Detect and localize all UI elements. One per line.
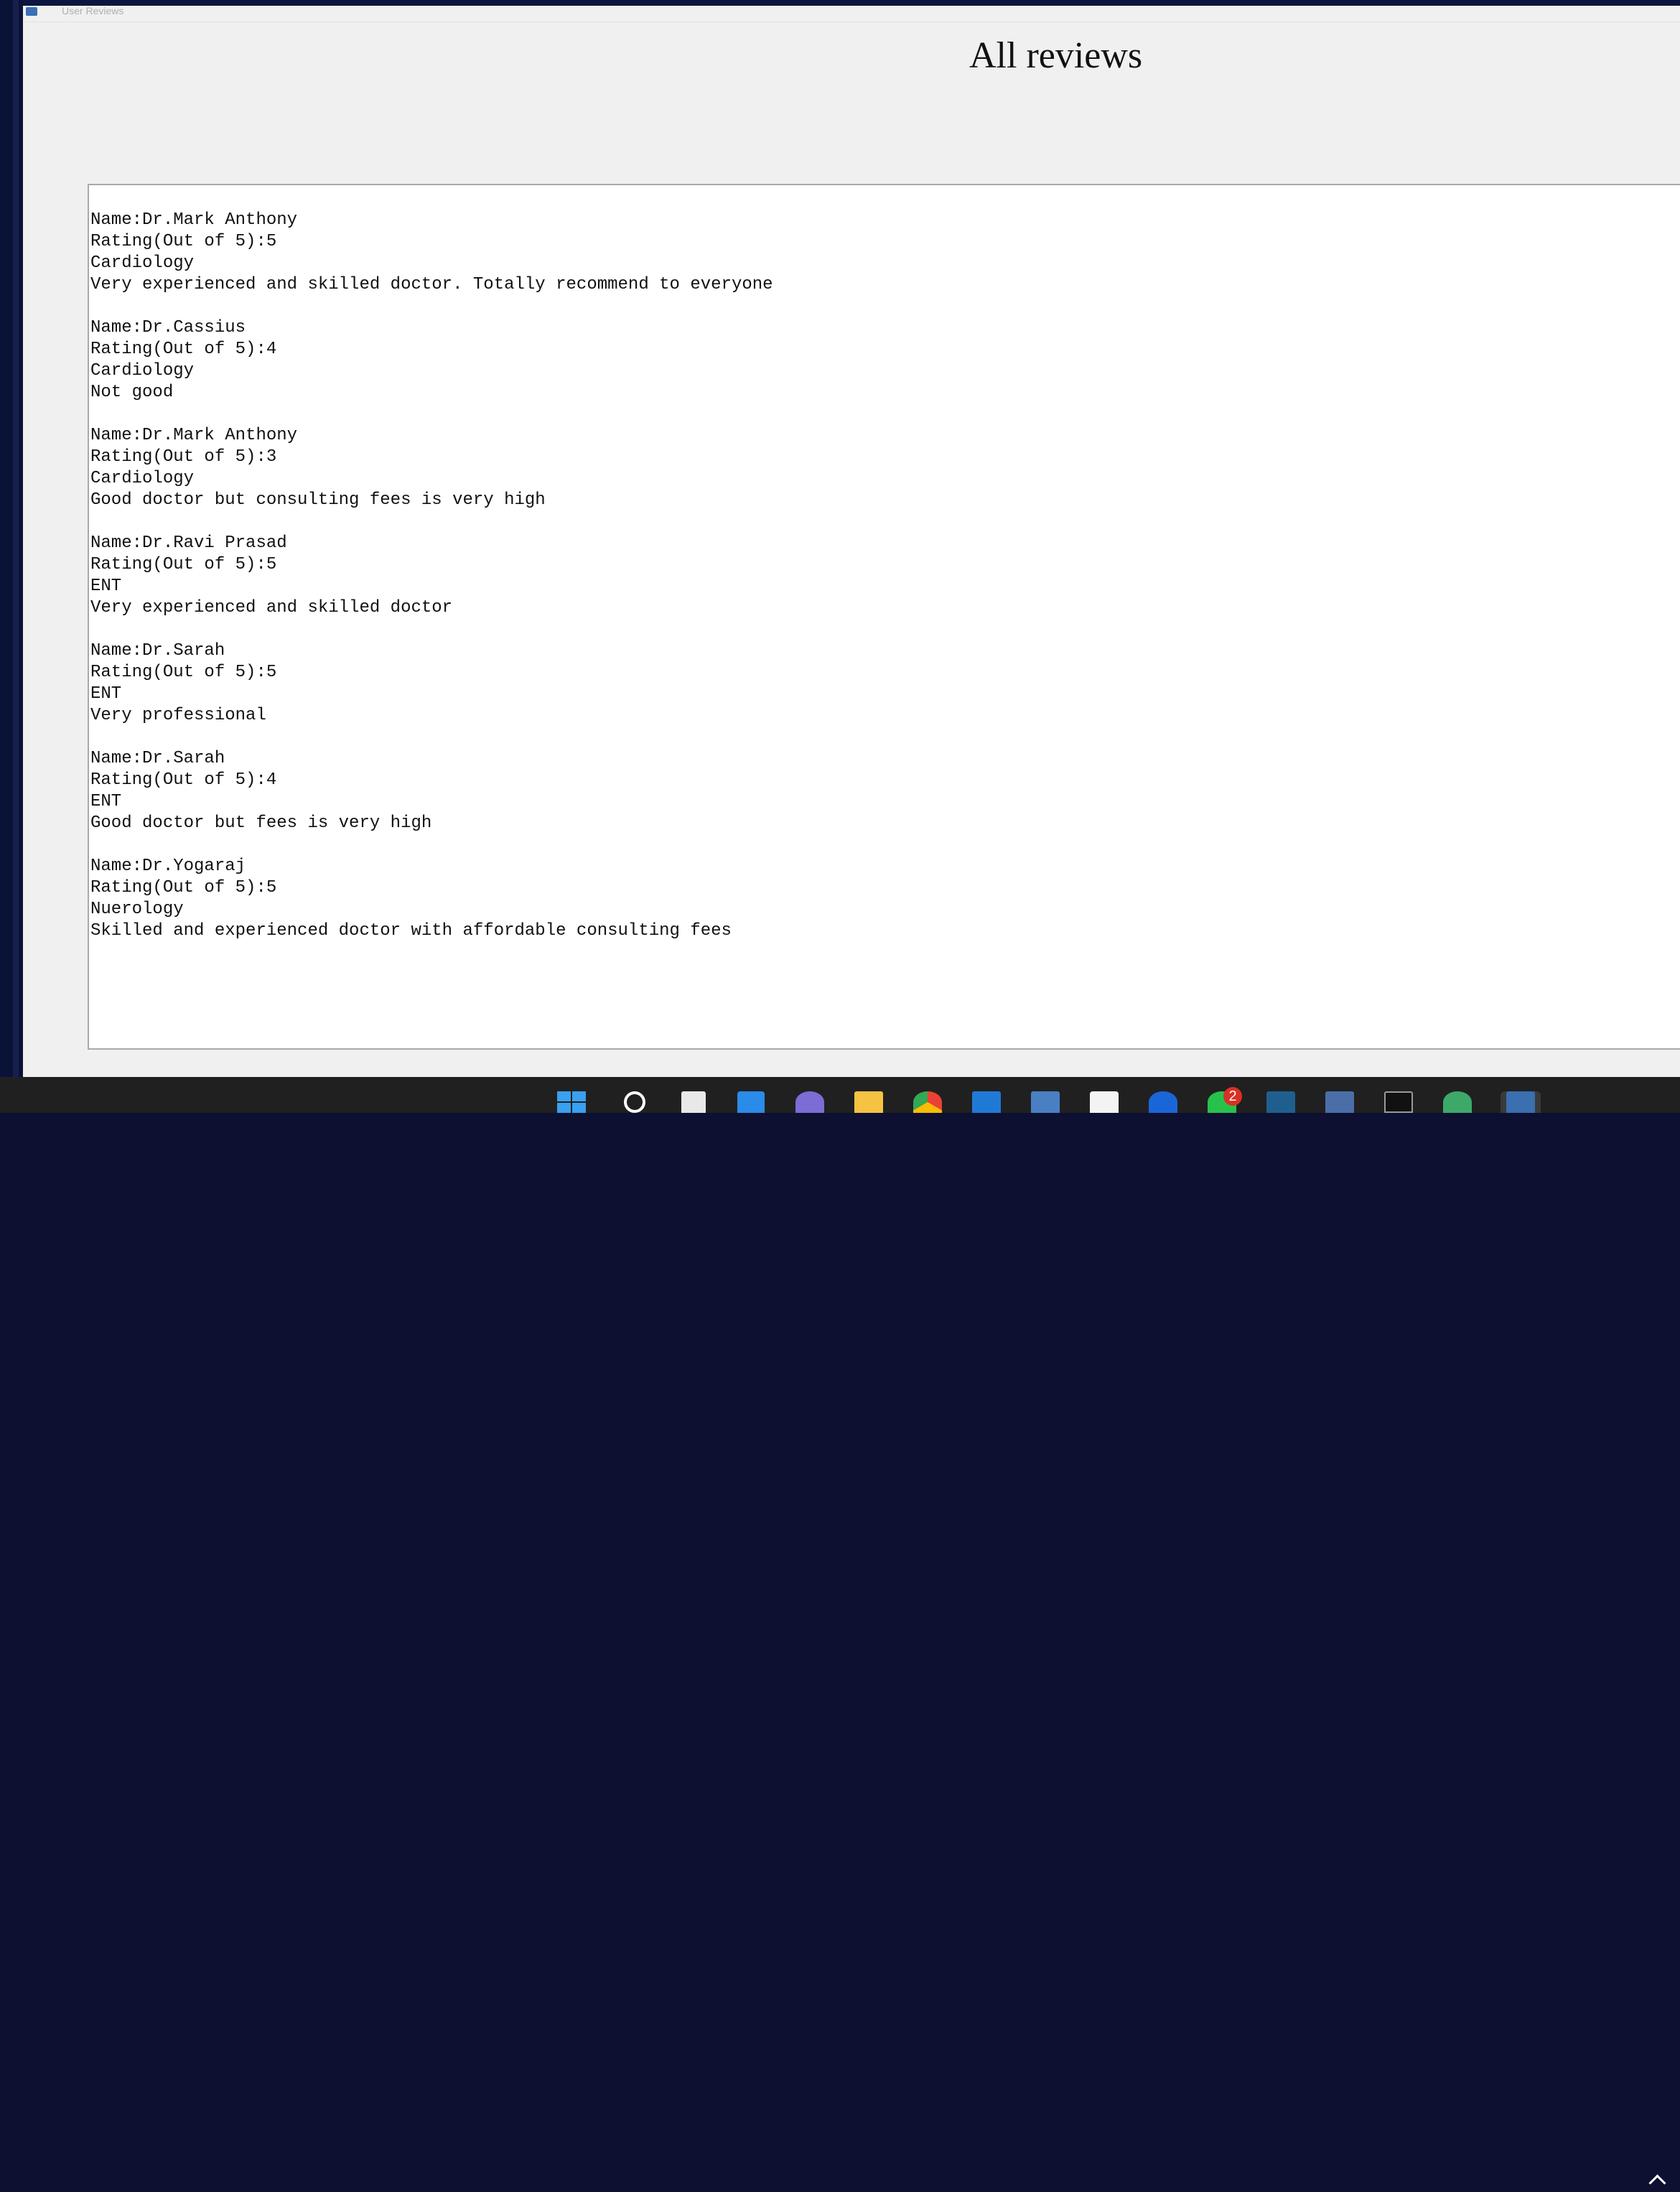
page-title: All reviews <box>969 35 1143 76</box>
atom-icon[interactable] <box>1442 1091 1473 1113</box>
app-icon[interactable] <box>1030 1091 1061 1113</box>
desktop-frame-left <box>0 0 23 1077</box>
window-edge <box>13 0 19 1077</box>
task-view-icon[interactable] <box>678 1091 709 1113</box>
python-icon[interactable] <box>1501 1091 1541 1113</box>
taskbar: 2 <box>0 1077 1680 2192</box>
reviews-text-area[interactable]: Name:Dr.Mark Anthony Rating(Out of 5):5 … <box>88 184 1680 1050</box>
title-bar[interactable]: User Reviews <box>23 6 1680 22</box>
reviews-list: Name:Dr.Mark Anthony Rating(Out of 5):5 … <box>90 210 773 941</box>
app-window: User Reviews All reviews Name:Dr.Mark An… <box>23 6 1680 1077</box>
terminal-icon[interactable] <box>1383 1091 1414 1113</box>
mysql-icon[interactable] <box>1265 1091 1297 1113</box>
file-explorer-icon[interactable] <box>853 1091 885 1113</box>
widgets-icon[interactable] <box>735 1091 767 1113</box>
store-icon[interactable] <box>1088 1091 1120 1113</box>
chrome-icon[interactable] <box>912 1091 943 1113</box>
window-title: User Reviews <box>62 5 124 17</box>
bing-icon[interactable] <box>1147 1091 1179 1113</box>
whatsapp-icon[interactable]: 2 <box>1206 1087 1242 1113</box>
teams-icon[interactable] <box>794 1091 826 1113</box>
app-icon[interactable] <box>1324 1091 1355 1113</box>
search-icon[interactable] <box>619 1091 650 1113</box>
notification-badge: 2 <box>1223 1087 1242 1106</box>
app-window-icon <box>26 7 37 16</box>
desktop-frame-top <box>0 0 1680 6</box>
start-icon[interactable] <box>556 1091 587 1113</box>
chevron-up-icon[interactable] <box>1648 2174 1666 2192</box>
mail-icon[interactable] <box>971 1091 1002 1113</box>
